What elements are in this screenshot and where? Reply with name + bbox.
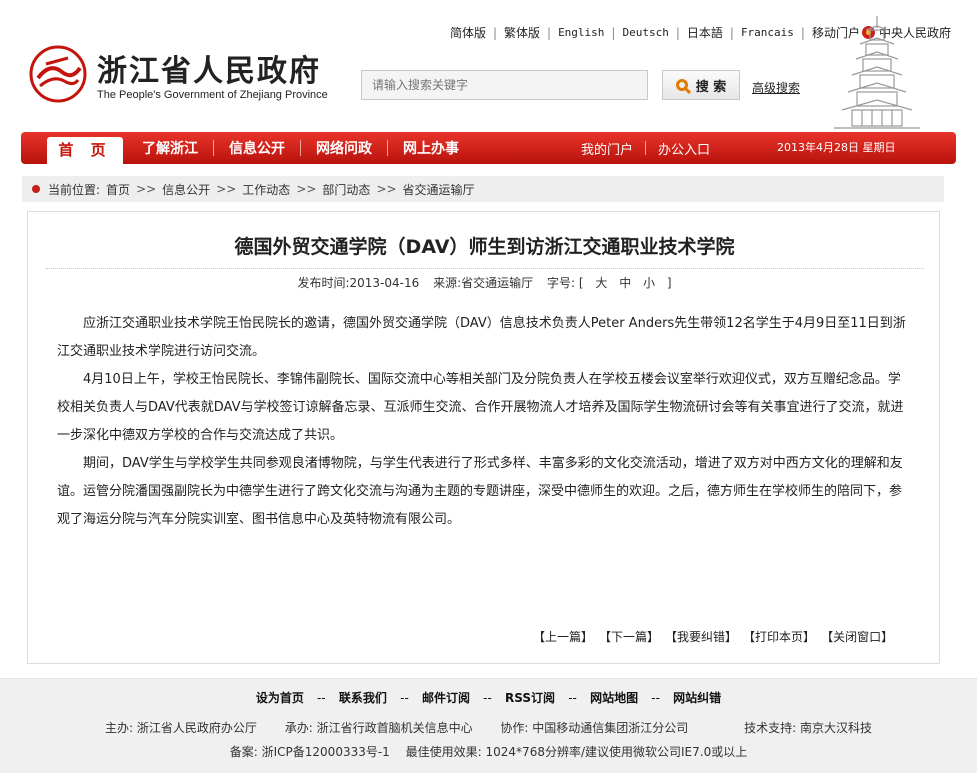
nav-right-links: 我的门户 办公入口 [581, 132, 710, 164]
site-footer: 设为首页 -- 联系我们 -- 邮件订阅 -- RSS订阅 -- 网站地图 --… [0, 678, 977, 773]
lang-divider: | [547, 25, 552, 40]
footer-separator: -- [400, 691, 409, 705]
footer-info: 主办: 浙江省人民政府办公厅 承办: 浙江省行政首脑机关信息中心 协作: 中国移… [0, 719, 977, 736]
lang-japanese[interactable]: 日本語 [687, 24, 723, 41]
government-logo-icon[interactable] [28, 44, 88, 104]
source-label: 来源: [433, 276, 462, 290]
source-info: 来源:省交通运输厅 [433, 276, 533, 290]
font-size-control: 字号: [ 大 中 小 ] [547, 276, 672, 290]
lang-deutsch[interactable]: Deutsch [622, 26, 668, 39]
article-body: 应浙江交通职业技术学院王怡民院长的邀请，德国外贸交通学院（DAV）信息技术负责人… [57, 310, 909, 534]
lang-traditional[interactable]: 繁体版 [504, 24, 540, 41]
breadcrumb: 当前位置: 首页 >> 信息公开 >> 工作动态 >> 部门动态 >> 省交通运… [22, 176, 944, 202]
breadcrumb-transport-dept[interactable]: 省交通运输厅 [403, 181, 475, 198]
font-size-small[interactable]: 小 [643, 276, 655, 290]
lang-divider: | [675, 25, 680, 40]
font-size-bracket-open: [ [578, 276, 584, 290]
footer-icp: 备案: 浙ICP备12000333号-1 最佳使用效果: 1024*768分辨率… [0, 743, 977, 760]
font-size-large[interactable]: 大 [595, 276, 607, 290]
font-size-medium[interactable]: 中 [619, 276, 631, 290]
nav-info-disclosure[interactable]: 信息公开 [214, 138, 300, 158]
footer-site-correction[interactable]: 网站纠错 [673, 691, 721, 705]
site-subtitle: The People's Government of Zhejiang Prov… [97, 89, 328, 101]
article-paragraph: 应浙江交通职业技术学院王怡民院长的邀请，德国外贸交通学院（DAV）信息技术负责人… [57, 316, 906, 359]
footer-set-homepage[interactable]: 设为首页 [256, 691, 304, 705]
breadcrumb-info-disclosure[interactable]: 信息公开 [162, 181, 210, 198]
footer-host: 主办: 浙江省人民政府办公厅 [105, 721, 257, 735]
location-bullet-icon [32, 185, 40, 193]
footer-sitemap[interactable]: 网站地图 [590, 691, 638, 705]
footer-icp-number: 备案: 浙ICP备12000333号-1 [229, 745, 390, 759]
breadcrumb-separator: >> [216, 182, 237, 196]
nav-my-portal[interactable]: 我的门户 [581, 139, 633, 158]
report-error-link[interactable]: 【我要纠错】 [665, 628, 737, 645]
nav-about-zhejiang[interactable]: 了解浙江 [127, 138, 213, 158]
article-actions: 【上一篇】 【下一篇】 【我要纠错】 【打印本页】 【关闭窗口】 [533, 628, 893, 645]
font-size-label: 字号: [546, 276, 575, 290]
lang-divider: | [800, 25, 805, 40]
article-title: 德国外贸交通学院（DAV）师生到访浙江交通职业技术学院 [234, 236, 735, 258]
article-paragraph: 期间，DAV学生与学校学生共同参观良渚博物院，与学生代表进行了形式多样、丰富多彩… [57, 456, 903, 527]
footer-operator: 承办: 浙江省行政首脑机关信息中心 [284, 721, 473, 735]
breadcrumb-dept-news[interactable]: 部门动态 [322, 181, 370, 198]
lang-francais[interactable]: Francais [741, 26, 794, 39]
footer-tech-support: 技术支持: 南京大汉科技 [744, 721, 872, 735]
publish-label: 发布时间: [297, 276, 350, 290]
lang-divider: | [611, 25, 616, 40]
footer-links: 设为首页 -- 联系我们 -- 邮件订阅 -- RSS订阅 -- 网站地图 --… [0, 689, 977, 706]
main-navigation: 首 页 了解浙江 信息公开 网络问政 网上办事 我的门户 办公入口 2013年4… [21, 132, 956, 164]
nav-date: 2013年4月28日 星期日 [777, 141, 896, 154]
search-input[interactable] [361, 70, 648, 100]
next-article-link[interactable]: 【下一篇】 [599, 628, 659, 645]
article-paragraph: 4月10日上午，学校王怡民院长、李锦伟副院长、国际交流中心等相关部门及分院负责人… [57, 372, 904, 443]
prev-article-link[interactable]: 【上一篇】 [533, 628, 593, 645]
footer-contact-us[interactable]: 联系我们 [339, 691, 387, 705]
site-title[interactable]: 浙江省人民政府 [97, 46, 321, 90]
lang-simplified[interactable]: 简体版 [450, 24, 486, 41]
footer-rss-subscribe[interactable]: RSS订阅 [505, 691, 555, 705]
breadcrumb-separator: >> [376, 182, 397, 196]
footer-separator: -- [568, 691, 577, 705]
breadcrumb-work-news[interactable]: 工作动态 [242, 181, 290, 198]
lang-english[interactable]: English [558, 26, 604, 39]
footer-resolution-note: 最佳使用效果: 1024*768分辨率/建议使用微软公司IE7.0或以上 [405, 745, 748, 759]
nav-menu: 了解浙江 信息公开 网络问政 网上办事 [127, 132, 474, 164]
pagoda-icon [834, 16, 920, 129]
nav-online-services[interactable]: 网上办事 [388, 138, 474, 158]
print-page-link[interactable]: 【打印本页】 [743, 628, 815, 645]
nav-online-inquiry[interactable]: 网络问政 [301, 138, 387, 158]
breadcrumb-home[interactable]: 首页 [106, 181, 130, 198]
footer-separator: -- [651, 691, 660, 705]
footer-separator: -- [483, 691, 492, 705]
footer-separator: -- [317, 691, 326, 705]
site-header: 浙江省人民政府 The People's Government of Zheji… [0, 0, 977, 132]
close-window-link[interactable]: 【关闭窗口】 [821, 628, 893, 645]
font-size-bracket-close: ] [666, 276, 672, 290]
breadcrumb-separator: >> [136, 182, 157, 196]
lang-divider: | [492, 25, 497, 40]
nav-home-tab[interactable]: 首 页 [47, 137, 123, 164]
footer-partner: 协作: 中国移动通信集团浙江分公司 [500, 721, 689, 735]
breadcrumb-label: 当前位置: [48, 182, 101, 197]
publish-info: 发布时间:2013-04-16 [297, 276, 419, 290]
search-button-label: 搜 索 [695, 79, 727, 95]
breadcrumb-separator: >> [296, 182, 317, 196]
search-button[interactable]: 搜 索 [662, 70, 740, 100]
search-icon [675, 79, 688, 91]
article-meta: 发布时间:2013-04-16 来源:省交通运输厅 字号: [ 大 中 小 ] [28, 274, 941, 291]
footer-email-subscribe[interactable]: 邮件订阅 [422, 691, 470, 705]
title-divider [46, 268, 924, 269]
nav-divider [645, 141, 647, 155]
nav-office-entry[interactable]: 办公入口 [658, 139, 710, 158]
advanced-search-link[interactable]: 高级搜索 [752, 79, 800, 96]
article-container: 德国外贸交通学院（DAV）师生到访浙江交通职业技术学院 发布时间:2013-04… [27, 211, 940, 664]
publish-date: 2013-04-16 [349, 276, 420, 290]
lang-divider: | [729, 25, 734, 40]
source-value: 省交通运输厅 [461, 276, 534, 290]
